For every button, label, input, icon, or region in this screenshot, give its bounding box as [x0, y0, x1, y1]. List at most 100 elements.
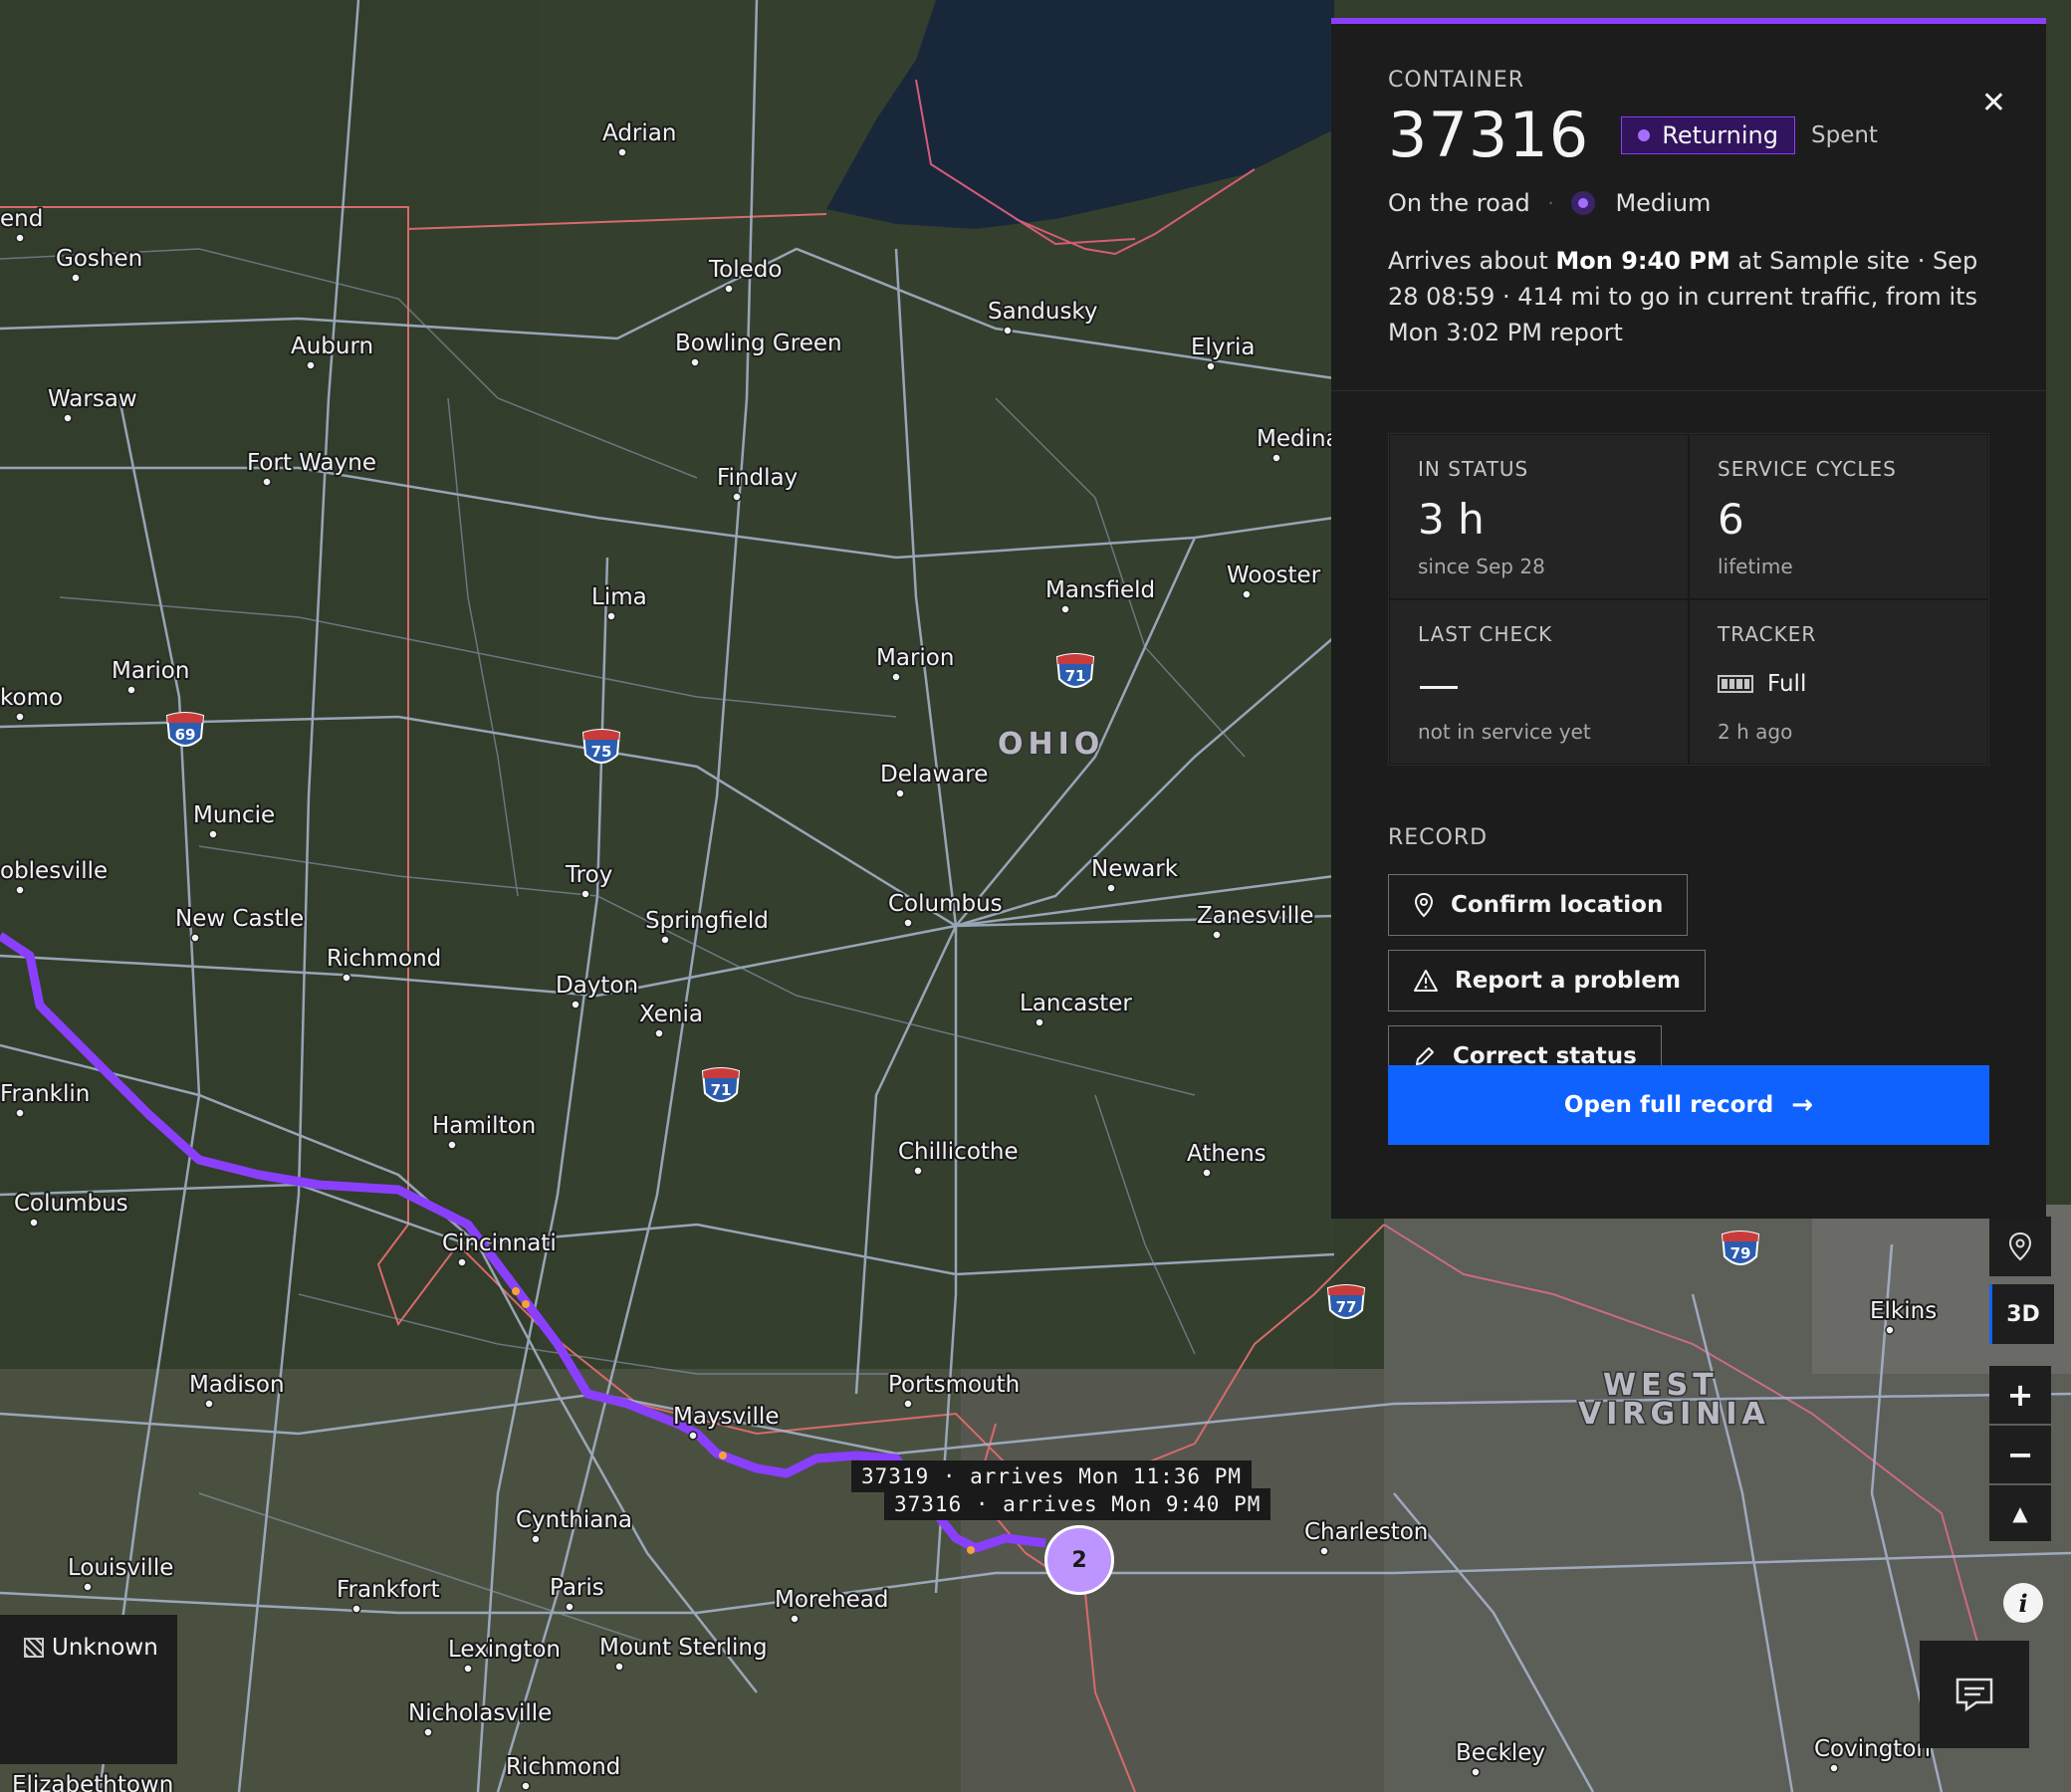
record-section-label: RECORD — [1388, 825, 1489, 850]
city-dot — [571, 1000, 580, 1009]
city-label: Nicholasville — [408, 1700, 552, 1726]
open-full-record-button[interactable]: Open full record → — [1388, 1065, 1989, 1145]
city-dot — [15, 712, 25, 722]
city-dot — [1242, 589, 1252, 599]
route-tip-37316: 37316 · arrives Mon 9:40 PM — [884, 1488, 1271, 1520]
stat-value: — — [1418, 659, 1460, 709]
state-row: On the road · Medium — [1388, 189, 1989, 217]
city-label: Athens — [1187, 1141, 1266, 1167]
interstate-shield-icon: 77 — [1326, 1284, 1366, 1319]
city-label: Medina — [1257, 426, 1340, 452]
city-label: oblesville — [0, 858, 108, 884]
open-full-record-label: Open full record — [1563, 1092, 1774, 1118]
city-label: Goshen — [56, 246, 142, 272]
city-dot — [913, 1166, 923, 1176]
interstate-shield-icon: 71 — [1055, 653, 1095, 688]
city-label: Muncie — [193, 802, 275, 828]
city-label: Lancaster — [1020, 991, 1132, 1016]
city-label: Fort Wayne — [247, 450, 376, 476]
panel-eyebrow: CONTAINER — [1388, 68, 1525, 93]
stat-value: 6 — [1718, 494, 1744, 544]
city-dot — [732, 492, 742, 502]
city-label: Dayton — [556, 973, 638, 999]
city-dot — [531, 1534, 541, 1544]
city-dot — [614, 1662, 624, 1672]
zoom-out-button[interactable]: − — [1989, 1426, 2051, 1483]
city-dot — [565, 1602, 575, 1612]
tracker-value: Full — [1767, 671, 1807, 697]
state-label-ohio: OHIO — [998, 727, 1104, 762]
city-dot — [1829, 1763, 1839, 1773]
compass-button[interactable]: ▲ — [1989, 1485, 2051, 1541]
city-label: Mount Sterling — [599, 1635, 768, 1661]
city-label: Morehead — [775, 1587, 888, 1613]
interstate-shield-icon: 75 — [581, 729, 621, 764]
legend-unknown[interactable]: Unknown — [0, 1615, 177, 1764]
interstate-shield-icon: 69 — [165, 712, 205, 747]
city-dot — [1202, 1168, 1212, 1178]
confirm-location-label: Confirm location — [1451, 892, 1664, 918]
interstate-shield-icon: 79 — [1721, 1231, 1760, 1265]
city-dot — [1212, 930, 1222, 940]
eta-text: Arrives about Mon 9:40 PM at Sample site… — [1388, 243, 1989, 350]
stat-tracker: TRACKER Full 2 h ago — [1689, 599, 1988, 765]
shield-number: 77 — [1336, 1298, 1357, 1316]
stat-last-check: LAST CHECK — not in service yet — [1389, 599, 1689, 765]
status-badge-label: Returning — [1662, 120, 1778, 149]
city-label: Findlay — [717, 465, 798, 491]
state-label-virginia: VIRGINIA — [1578, 1397, 1770, 1432]
city-label: Hamilton — [432, 1113, 536, 1139]
stat-value: Full — [1718, 658, 1959, 710]
stat-meta: 2 h ago — [1718, 720, 1793, 744]
city-label: Zanesville — [1197, 903, 1314, 929]
warning-icon — [1414, 970, 1438, 992]
city-label: Cynthiana — [516, 1507, 632, 1533]
city-label: Paris — [550, 1575, 604, 1601]
stat-meta: lifetime — [1718, 555, 1793, 578]
zoom-in-button[interactable]: + — [1989, 1366, 2051, 1424]
stat-label: LAST CHECK — [1418, 622, 1553, 646]
city-label: Richmond — [506, 1754, 620, 1780]
city-dot — [204, 1399, 214, 1409]
city-dot — [15, 885, 25, 895]
city-label: Marion — [112, 658, 189, 684]
secondary-tag: Spent — [1811, 121, 1878, 148]
shield-number: 79 — [1730, 1244, 1751, 1262]
title-row: 37316 Returning Spent — [1388, 99, 1989, 171]
city-label: end — [0, 206, 43, 232]
city-dot — [1106, 883, 1116, 893]
city-dot — [903, 918, 913, 928]
stat-label: TRACKER — [1718, 622, 1817, 646]
city-dot — [1060, 604, 1070, 614]
city-dot — [1035, 1017, 1044, 1027]
priority-dot-icon — [1571, 191, 1596, 215]
close-icon[interactable]: ✕ — [1981, 86, 2006, 120]
panel-header: CONTAINER 37316 Returning Spent ✕ On the… — [1331, 24, 2046, 391]
city-dot — [447, 1140, 457, 1150]
city-dot — [457, 1257, 467, 1267]
city-dot — [1003, 326, 1013, 336]
shield-number: 69 — [175, 726, 196, 744]
hatch-swatch-icon — [24, 1638, 44, 1658]
feedback-button[interactable] — [1920, 1641, 2029, 1748]
info-icon[interactable]: i — [2003, 1583, 2043, 1623]
toggle-3d-button[interactable]: 3D — [1989, 1284, 2054, 1344]
city-label: Marion — [876, 645, 954, 671]
city-label: Madison — [189, 1372, 285, 1398]
report-problem-label: Report a problem — [1455, 968, 1681, 994]
location-pin-icon — [1414, 892, 1434, 918]
city-dot — [1885, 1325, 1895, 1335]
locate-button[interactable] — [1989, 1217, 2051, 1276]
confirm-location-button[interactable]: Confirm location — [1388, 874, 1689, 936]
legend-unknown-label: Unknown — [52, 1635, 158, 1661]
container-detail-panel: CONTAINER 37316 Returning Spent ✕ On the… — [1331, 18, 2046, 1219]
cluster-marker[interactable]: 2 — [1044, 1525, 1114, 1595]
city-label: Bowling Green — [675, 331, 842, 356]
city-label: Wooster — [1227, 562, 1321, 588]
stat-label: IN STATUS — [1418, 457, 1529, 481]
city-dot — [190, 933, 200, 943]
shield-number: 75 — [591, 743, 612, 761]
status-dot-icon — [1638, 128, 1651, 141]
city-dot — [71, 273, 81, 283]
report-problem-button[interactable]: Report a problem — [1388, 950, 1706, 1011]
